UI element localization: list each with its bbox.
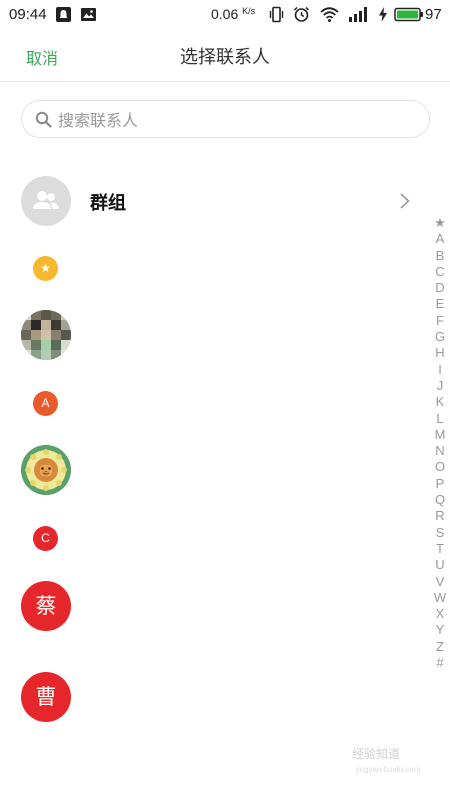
alphabet-index-bar[interactable]: ★ A B C D E F G H I J K L M N O P Q R S T U V W X Y Z # xyxy=(430,215,450,671)
group-icon xyxy=(33,191,59,209)
watermark-sub: jingyan.baidu.com xyxy=(356,765,421,774)
index-letter[interactable]: A xyxy=(430,231,450,247)
contact-avatar-cao[interactable]: 曹 xyxy=(21,672,71,722)
index-letter[interactable]: K xyxy=(430,394,450,410)
lion-icon xyxy=(21,445,71,495)
notification-icon xyxy=(56,7,71,22)
contact-avatar-photo[interactable] xyxy=(21,310,71,360)
section-star-badge: ★ xyxy=(33,256,58,281)
index-letter[interactable]: Q xyxy=(430,492,450,508)
signal-icon xyxy=(349,7,367,22)
index-letter[interactable]: E xyxy=(430,296,450,312)
index-letter[interactable]: # xyxy=(430,655,450,671)
search-input[interactable] xyxy=(58,107,418,133)
image-icon xyxy=(81,8,96,21)
status-bar: 09:44 0.06 K/s 97 xyxy=(0,0,450,30)
alarm-icon xyxy=(293,6,310,22)
index-letter[interactable]: J xyxy=(430,378,450,394)
group-row[interactable]: 群组 xyxy=(0,170,430,232)
page-title: 选择联系人 xyxy=(180,47,270,68)
watermark: 经验知道 xyxy=(352,747,401,761)
search-box[interactable] xyxy=(21,100,430,138)
index-letter[interactable]: F xyxy=(430,313,450,329)
group-label: 群组 xyxy=(90,193,126,214)
network-speed-unit: K/s xyxy=(242,6,256,16)
battery-icon xyxy=(394,7,423,22)
contact-avatar-lion[interactable] xyxy=(21,445,71,495)
wifi-icon xyxy=(320,7,339,22)
index-letter[interactable]: ★ xyxy=(430,215,450,231)
index-letter[interactable]: L xyxy=(430,411,450,427)
index-letter[interactable]: Z xyxy=(430,639,450,655)
group-avatar xyxy=(21,176,71,226)
vibrate-icon xyxy=(269,6,284,23)
contact-photo-image xyxy=(21,310,71,360)
index-letter[interactable]: T xyxy=(430,541,450,557)
contact-avatar-cai[interactable]: 蔡 xyxy=(21,581,71,631)
index-letter[interactable]: R xyxy=(430,508,450,524)
charging-icon xyxy=(379,7,387,22)
network-speed: 0.06 K/s xyxy=(211,6,256,22)
search-icon xyxy=(35,111,52,128)
index-letter[interactable]: U xyxy=(430,557,450,573)
index-letter[interactable]: V xyxy=(430,574,450,590)
index-letter[interactable]: B xyxy=(430,248,450,264)
index-letter[interactable]: P xyxy=(430,476,450,492)
index-letter[interactable]: O xyxy=(430,459,450,475)
nav-bar: 取消 选择联系人 xyxy=(0,30,450,82)
index-letter[interactable]: W xyxy=(430,590,450,606)
section-c-badge: C xyxy=(33,526,58,551)
index-letter[interactable]: S xyxy=(430,525,450,541)
index-letter[interactable]: X xyxy=(430,606,450,622)
index-letter[interactable]: H xyxy=(430,345,450,361)
status-time: 09:44 xyxy=(9,6,47,23)
section-a-badge: A xyxy=(33,391,58,416)
index-letter[interactable]: D xyxy=(430,280,450,296)
chevron-right-icon xyxy=(400,193,410,209)
battery-level: 97 xyxy=(425,6,442,23)
index-letter[interactable]: G xyxy=(430,329,450,345)
index-letter[interactable]: N xyxy=(430,443,450,459)
index-letter[interactable]: C xyxy=(430,264,450,280)
index-letter[interactable]: M xyxy=(430,427,450,443)
index-letter[interactable]: Y xyxy=(430,622,450,638)
index-letter[interactable]: I xyxy=(430,362,450,378)
